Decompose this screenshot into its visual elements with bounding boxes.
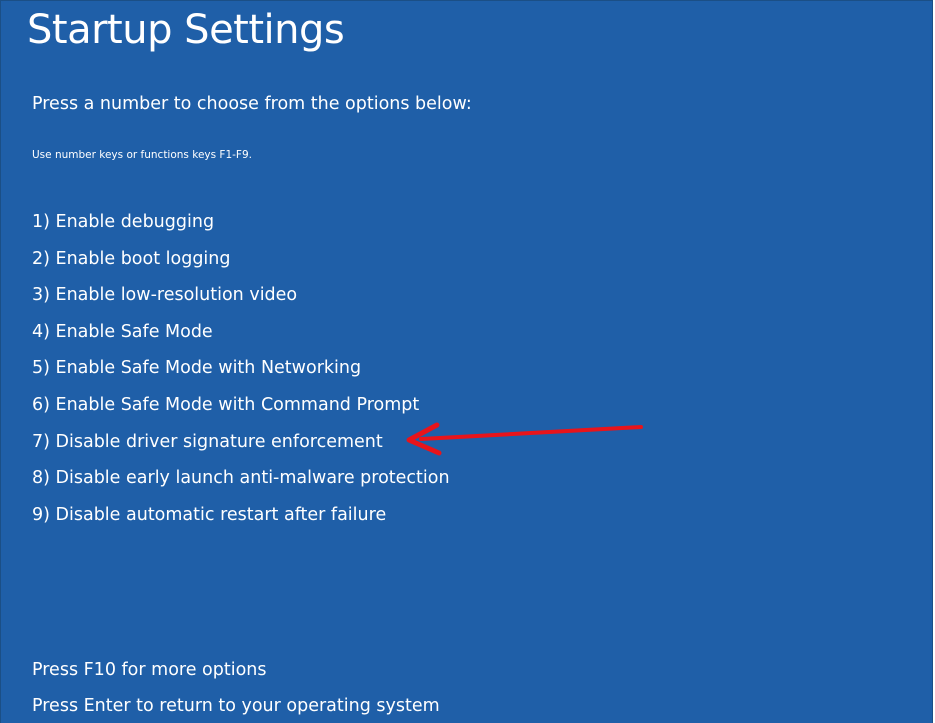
- footer-options: Press F10 for more options Press Enter t…: [32, 660, 440, 723]
- option-enable-safe-mode[interactable]: 4) Enable Safe Mode: [32, 322, 450, 359]
- startup-settings-screen: Startup Settings Press a number to choos…: [0, 0, 933, 723]
- red-arrow-icon: [406, 422, 643, 456]
- return-to-os-line[interactable]: Press Enter to return to your operating …: [32, 696, 440, 723]
- option-enable-boot-logging[interactable]: 2) Enable boot logging: [32, 249, 450, 286]
- option-enable-low-resolution-video[interactable]: 3) Enable low-resolution video: [32, 285, 450, 322]
- instruction-text: Press a number to choose from the option…: [32, 94, 472, 114]
- option-disable-early-launch-anti-malware[interactable]: 8) Disable early launch anti-malware pro…: [32, 468, 450, 505]
- more-options-line[interactable]: Press F10 for more options: [32, 660, 440, 696]
- page-title: Startup Settings: [27, 7, 345, 53]
- startup-options-list: 1) Enable debugging 2) Enable boot loggi…: [32, 212, 450, 541]
- option-disable-driver-signature-enforcement[interactable]: 7) Disable driver signature enforcement: [32, 432, 450, 469]
- option-enable-safe-mode-command-prompt[interactable]: 6) Enable Safe Mode with Command Prompt: [32, 395, 450, 432]
- option-disable-automatic-restart[interactable]: 9) Disable automatic restart after failu…: [32, 505, 450, 542]
- option-enable-safe-mode-networking[interactable]: 5) Enable Safe Mode with Networking: [32, 358, 450, 395]
- key-hint-text: Use number keys or functions keys F1-F9.: [32, 149, 252, 161]
- option-enable-debugging[interactable]: 1) Enable debugging: [32, 212, 450, 249]
